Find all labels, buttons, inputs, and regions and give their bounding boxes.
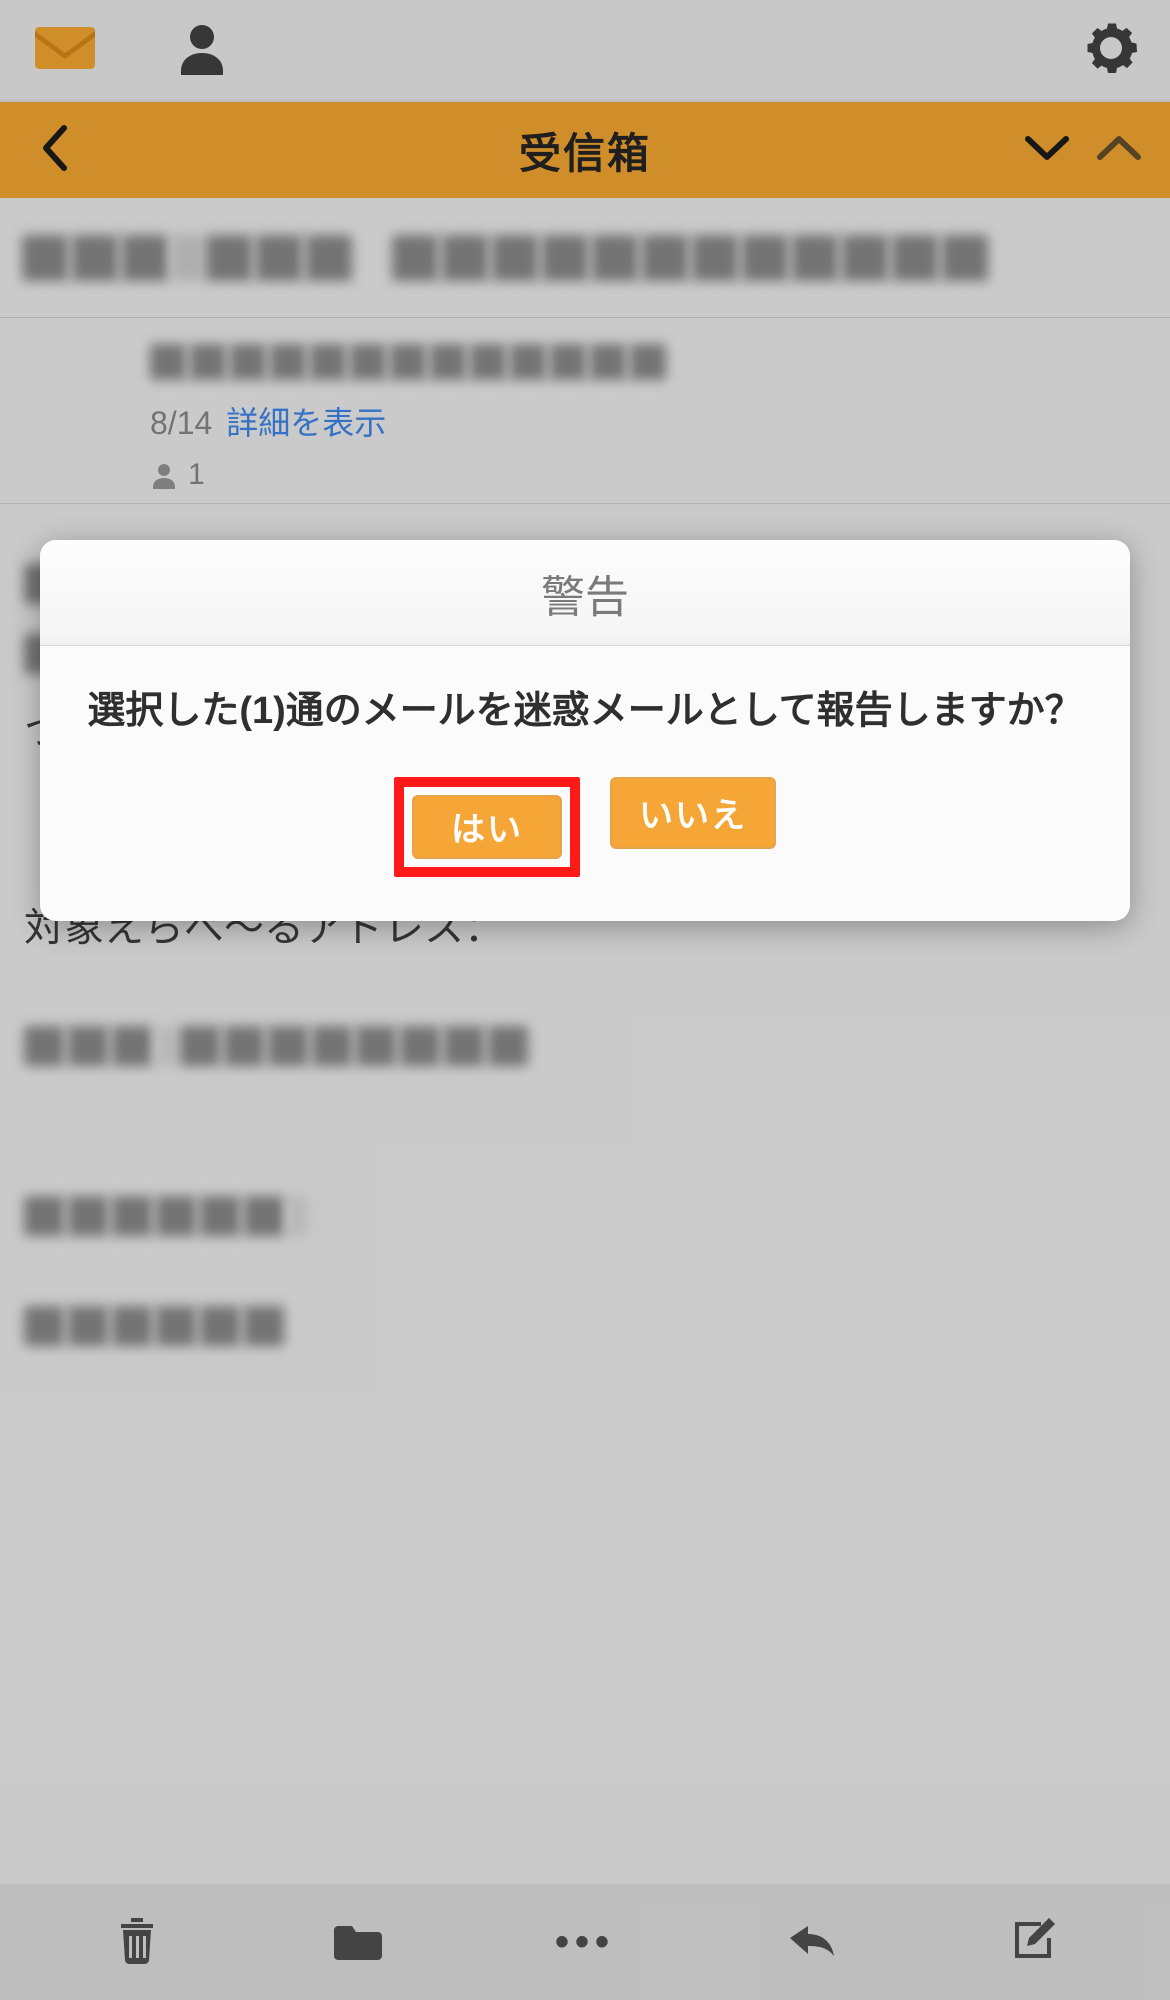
modal-overlay[interactable] (0, 0, 1170, 2000)
dialog-actions: はい いいえ (40, 757, 1130, 921)
no-button[interactable]: いいえ (610, 777, 776, 849)
yes-button-highlight: はい (394, 777, 580, 877)
warning-dialog: 警告 選択した(1)通のメールを迷惑メールとして報告しますか？ はい いいえ (40, 540, 1130, 921)
yes-button[interactable]: はい (412, 795, 562, 859)
dialog-message: 選択した(1)通のメールを迷惑メールとして報告しますか？ (40, 646, 1130, 757)
dialog-title: 警告 (40, 540, 1130, 646)
